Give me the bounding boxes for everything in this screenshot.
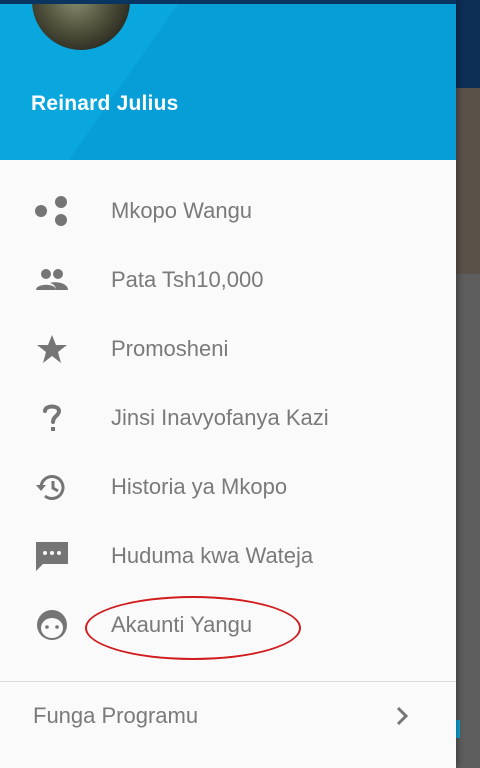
chevron-right-icon (394, 704, 412, 733)
people-icon (32, 263, 72, 297)
chat-icon (32, 539, 72, 573)
face-icon (32, 608, 72, 642)
menu-item-mkopo-wangu[interactable]: Mkopo Wangu (0, 176, 456, 245)
menu-item-jinsi-inavyofanya-kazi[interactable]: Jinsi Inavyofanya Kazi (0, 383, 456, 452)
background-app-image (456, 88, 480, 274)
star-icon (32, 332, 72, 366)
menu-item-akaunti-yangu[interactable]: Akaunti Yangu (0, 590, 456, 659)
menu-item-promosheni[interactable]: Promosheni (0, 314, 456, 383)
user-name: Reinard Julius (31, 92, 179, 115)
menu-item-label: Mkopo Wangu (111, 198, 253, 223)
question-icon (32, 401, 72, 435)
menu-item-label: Jinsi Inavyofanya Kazi (111, 405, 329, 430)
background-app-header (456, 0, 480, 88)
avatar[interactable] (32, 0, 130, 50)
exit-app-button[interactable]: Funga Programu (0, 682, 456, 752)
drawer-header: Reinard Julius (0, 0, 456, 160)
background-app-accent (456, 720, 460, 738)
menu-item-label: Akaunti Yangu (111, 612, 253, 637)
exit-app-label: Funga Programu (33, 703, 199, 728)
menu-item-label: Huduma kwa Wateja (111, 543, 314, 568)
menu-item-label: Pata Tsh10,000 (111, 267, 264, 292)
dots-icon (32, 194, 72, 228)
status-stripe (0, 0, 456, 4)
menu-item-historia-ya-mkopo[interactable]: Historia ya Mkopo (0, 452, 456, 521)
menu-item-huduma-kwa-wateja[interactable]: Huduma kwa Wateja (0, 521, 456, 590)
menu-item-label: Historia ya Mkopo (111, 474, 288, 499)
menu-item-label: Promosheni (111, 336, 229, 361)
navigation-drawer: Reinard Julius Mkopo Wangu Pata Tsh10,00… (0, 0, 456, 768)
menu-item-pata-tsh[interactable]: Pata Tsh10,000 (0, 245, 456, 314)
drawer-menu: Mkopo Wangu Pata Tsh10,000 Promosheni Ji… (0, 176, 456, 659)
history-icon (32, 470, 72, 504)
